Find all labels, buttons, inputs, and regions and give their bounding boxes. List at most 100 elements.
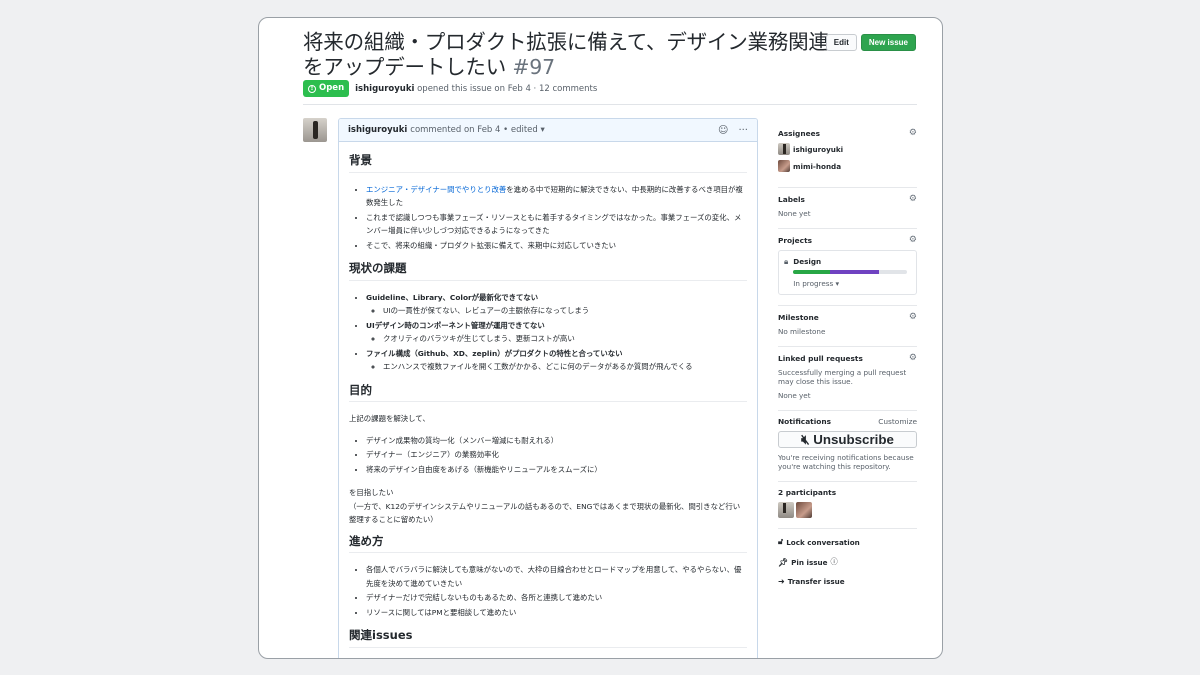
list-item: ファイル構成（Github、XD、zeplin）がプロダクトの特性と合っていない… bbox=[366, 347, 747, 374]
assignee-item[interactable]: ishiguroyuki bbox=[778, 143, 917, 155]
unsubscribe-button[interactable]: 🔇︎ Unsubscribe bbox=[778, 431, 917, 448]
customize-link[interactable]: Customize bbox=[878, 417, 917, 426]
project-card[interactable]: 🔒︎ Design In progress ▾ bbox=[778, 250, 917, 295]
list-item-text: ファイル構成（Github、XD、zeplin）がプロダクトの特性と合っていない bbox=[366, 348, 623, 358]
projects-label: Projects bbox=[778, 235, 812, 245]
issue-sidebar: Assignees ⚙ ishiguroyuki mimi-honda Label… bbox=[778, 122, 917, 596]
issues-list: Guideline、Library、Colorが最新化できてない UIの一貫性が… bbox=[349, 291, 747, 374]
project-name[interactable]: Design bbox=[793, 257, 907, 266]
smiley-icon[interactable]: ☺ bbox=[718, 125, 728, 136]
purpose-list: デザイン成果物の質均一化（メンバー増減にも耐えれる） デザイナー（エンジニア）の… bbox=[349, 434, 747, 477]
issue-title: 将来の組織・プロダクト拡張に備えて、デザイン業務関連をアップデートしたい #97 bbox=[303, 30, 833, 80]
sub-list-item: UIの一貫性が保てない、レビュアーの主観依存になってしまう bbox=[383, 304, 747, 318]
avatar bbox=[778, 160, 790, 172]
list-item: デザイナー（エンジニア）の業務効率化 bbox=[366, 448, 747, 462]
purpose-intro: 上記の課題を解決して、 bbox=[349, 414, 430, 423]
milestone-section: Milestone ⚙ No milestone bbox=[778, 306, 917, 347]
avatar[interactable] bbox=[303, 118, 327, 142]
new-issue-button[interactable]: New issue bbox=[860, 34, 916, 51]
assignees-label: Assignees bbox=[778, 128, 821, 138]
pin-icon: 📌︎ bbox=[778, 557, 789, 567]
notifications-text: You're receiving notifications because y… bbox=[778, 453, 914, 471]
progress-in-progress bbox=[829, 270, 879, 274]
purpose-outro-note: （一方で、K12のデザインシステムやリニューアルの話もあるので、ENGではあくま… bbox=[349, 501, 741, 525]
issue-opened-icon: ! bbox=[308, 84, 316, 93]
project-icon: 🔒︎ bbox=[784, 257, 789, 266]
gear-icon[interactable]: ⚙ bbox=[909, 353, 917, 363]
section-heading-background: 背景 bbox=[349, 153, 747, 173]
gear-icon[interactable]: ⚙ bbox=[909, 312, 917, 322]
list-item: UIデザイン時のコンポーネント管理が運用できてない クオリティのバラツキが生じて… bbox=[366, 319, 747, 346]
list-item: リソースに関してはPMと要相談して進めたい bbox=[366, 606, 747, 620]
lock-icon: 🔓︎ bbox=[778, 537, 784, 546]
transfer-label: Transfer issue bbox=[787, 577, 845, 586]
section-heading-purpose: 目的 bbox=[349, 383, 747, 402]
gear-icon[interactable]: ⚙ bbox=[909, 194, 917, 204]
mute-icon: 🔇︎ bbox=[801, 432, 810, 447]
avatar[interactable] bbox=[778, 502, 794, 518]
linked-prs-value: None yet bbox=[778, 391, 811, 400]
info-icon: ⓘ bbox=[830, 557, 838, 566]
section-heading-related: 関連issues bbox=[349, 628, 747, 648]
section-heading-issues: 現状の課題 bbox=[349, 261, 747, 281]
arrow-right-icon: ➜ bbox=[778, 577, 785, 586]
status-label: Open bbox=[319, 83, 345, 93]
avatar[interactable] bbox=[796, 502, 812, 518]
improvement-link[interactable]: エンジニア・デザイナー間でやりとり改善 bbox=[366, 185, 506, 194]
list-item: 将来のデザイン自由度をあげる（新機能やリニューアルをスムーズに） bbox=[366, 463, 747, 477]
issue-author-link[interactable]: ishiguroyuki bbox=[355, 84, 414, 94]
notifications-section: Notifications Customize 🔇︎ Unsubscribe Yo… bbox=[778, 411, 917, 482]
issue-meta: ! Open ishiguroyuki opened this issue on … bbox=[303, 80, 597, 97]
assignee-name: mimi-honda bbox=[793, 161, 842, 171]
issue-title-text: 将来の組織・プロダクト拡張に備えて、デザイン業務関連をアップデートしたい bbox=[303, 30, 829, 79]
comment-meta[interactable]: commented on Feb 4 • edited ▾ bbox=[410, 125, 545, 135]
comment-box: ishiguroyuki commented on Feb 4 • edited… bbox=[338, 118, 758, 658]
assignees-section: Assignees ⚙ ishiguroyuki mimi-honda bbox=[778, 122, 917, 188]
project-status-dropdown[interactable]: In progress ▾ bbox=[793, 279, 907, 288]
notifications-label: Notifications bbox=[778, 417, 831, 426]
purpose-outro: を目指したい （一方で、K12のデザインシステムやリニューアルの話もあるので、EN… bbox=[349, 486, 747, 527]
list-item: エンジニア・デザイナー間でやりとり改善を進める中で短期的に解決できない、中長期的… bbox=[366, 183, 747, 210]
comment-header: ishiguroyuki commented on Feb 4 • edited… bbox=[339, 119, 757, 142]
sub-list-item: クオリティのバラツキが生じてしまう、更新コストが高い bbox=[383, 332, 747, 346]
list-item: Guideline、Library、Colorが最新化できてない UIの一貫性が… bbox=[366, 291, 747, 318]
transfer-issue-link[interactable]: ➜ Transfer issue bbox=[778, 577, 917, 586]
list-item-text: UIデザイン時のコンポーネント管理が運用できてない bbox=[366, 320, 545, 330]
issue-number: #97 bbox=[512, 55, 555, 79]
lock-conversation-link[interactable]: 🔓︎ Lock conversation bbox=[778, 537, 917, 547]
avatar bbox=[778, 143, 790, 155]
gear-icon[interactable]: ⚙ bbox=[909, 235, 917, 245]
participants-section: 2 participants bbox=[778, 482, 917, 529]
issue-page: 将来の組織・プロダクト拡張に備えて、デザイン業務関連をアップデートしたい #97… bbox=[258, 17, 943, 659]
milestone-label: Milestone bbox=[778, 312, 819, 322]
list-item-text: Guideline、Library、Colorが最新化できてない bbox=[366, 292, 539, 302]
milestone-value: No milestone bbox=[778, 327, 826, 336]
comment-body: 背景 エンジニア・デザイナー間でやりとり改善を進める中で短期的に解決できない、中… bbox=[339, 142, 757, 658]
assignee-name: ishiguroyuki bbox=[793, 144, 844, 154]
comment-author-link[interactable]: ishiguroyuki bbox=[348, 125, 407, 135]
sub-list-item: エンハンスで複数ファイルを開く工数がかかる、どこに何のデータがあるか質問が飛んで… bbox=[383, 360, 747, 374]
gear-icon[interactable]: ⚙ bbox=[909, 128, 917, 138]
projects-section: Projects ⚙ 🔒︎ Design In progress ▾ bbox=[778, 229, 917, 306]
participants-label: 2 participants bbox=[778, 488, 837, 497]
header-actions: Edit New issue bbox=[825, 34, 916, 51]
pin-issue-link[interactable]: 📌︎ Pin issue ⓘ bbox=[778, 557, 917, 567]
list-item: これまで認識しつつも事業フェーズ・リソースともに着手するタイミングではなかった。… bbox=[366, 211, 747, 238]
list-item: そこで、将来の組織・プロダクト拡張に備えて、来期中に対応していきたい bbox=[366, 239, 747, 253]
section-heading-approach: 進め方 bbox=[349, 534, 747, 553]
linked-prs-text: Successfully merging a pull request may … bbox=[778, 368, 907, 386]
labels-value: None yet bbox=[778, 209, 811, 218]
list-item: 各個人でバラバラに解決しても意味がないので、大枠の目線合わせとロードマップを用意… bbox=[366, 563, 747, 590]
status-badge: ! Open bbox=[303, 80, 350, 97]
linked-prs-label: Linked pull requests bbox=[778, 353, 863, 363]
list-item: デザイン成果物の質均一化（メンバー増減にも耐えれる） bbox=[366, 434, 747, 448]
linked-prs-section: Linked pull requests ⚙ Successfully mergi… bbox=[778, 347, 917, 411]
unsubscribe-label: Unsubscribe bbox=[813, 432, 894, 447]
pin-label: Pin issue bbox=[791, 557, 828, 567]
approach-list: 各個人でバラバラに解決しても意味がないので、大枠の目線合わせとロードマップを用意… bbox=[349, 563, 747, 619]
labels-section: Labels ⚙ None yet bbox=[778, 188, 917, 229]
edit-button[interactable]: Edit bbox=[825, 34, 857, 51]
assignee-item[interactable]: mimi-honda bbox=[778, 160, 917, 172]
labels-label: Labels bbox=[778, 194, 805, 204]
more-options-icon[interactable]: ··· bbox=[738, 125, 748, 136]
